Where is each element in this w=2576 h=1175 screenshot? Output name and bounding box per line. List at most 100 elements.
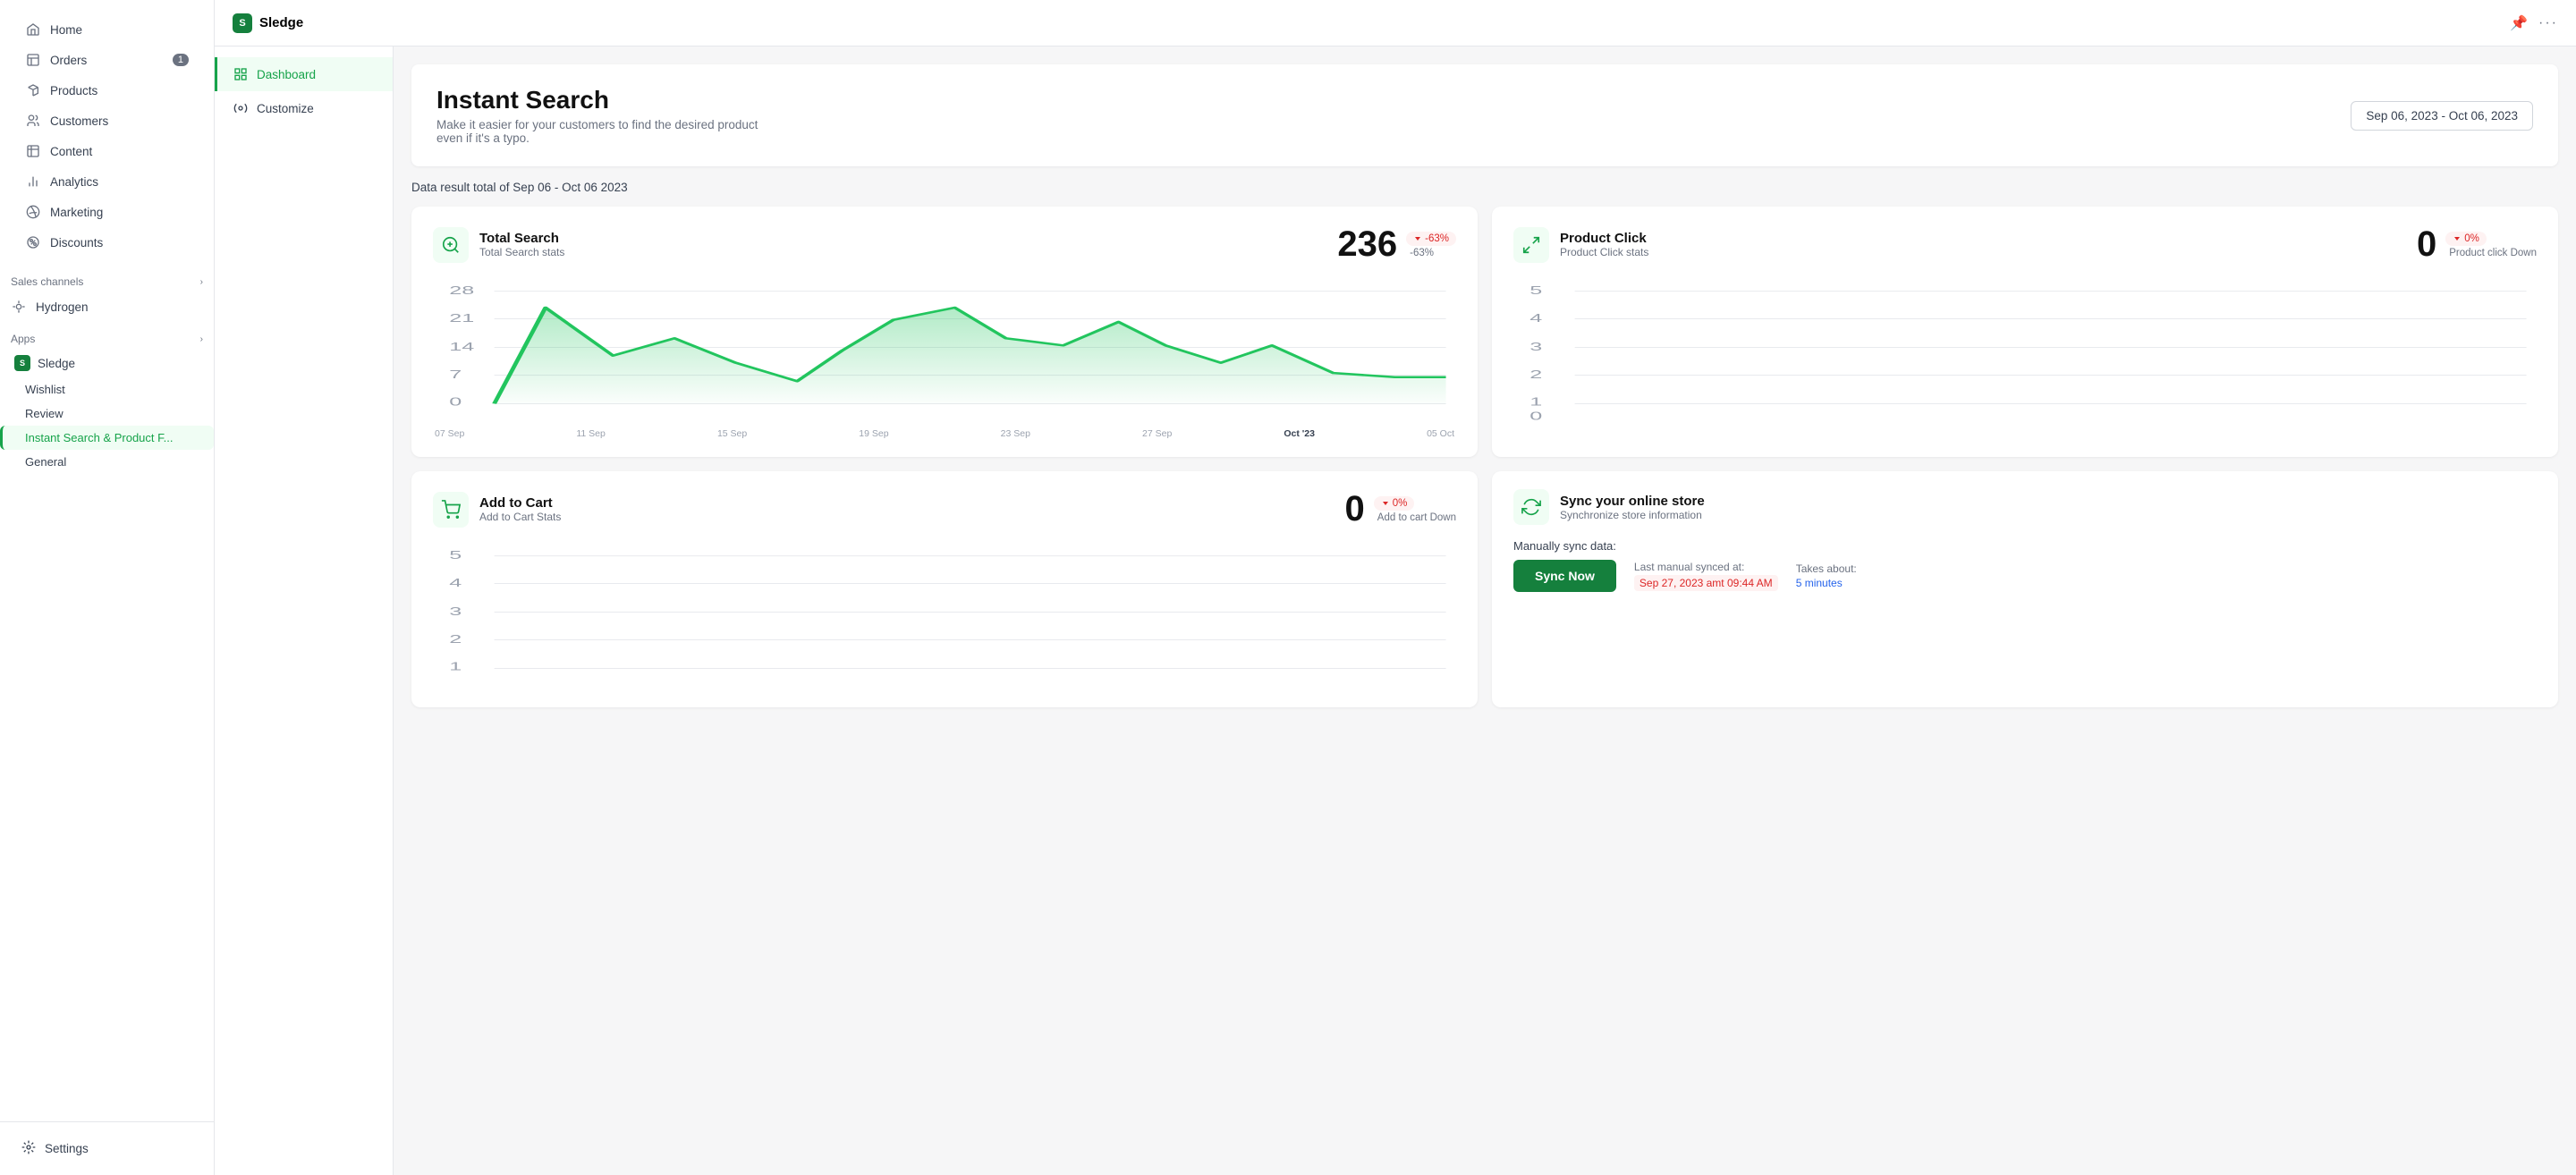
customize-label: Customize [257, 102, 314, 115]
takes-about-label: Takes about: [1796, 562, 1857, 575]
svg-text:4: 4 [1530, 312, 1542, 325]
secondary-nav-dashboard[interactable]: Dashboard [215, 57, 393, 91]
sledge-app-icon: S [14, 355, 30, 371]
sidebar-item-marketing[interactable]: Marketing [14, 197, 199, 227]
last-synced-value: Sep 27, 2023 amt 09:44 AM [1634, 575, 1778, 591]
product-click-badge: 0% Product click Down [2445, 232, 2537, 258]
sidebar-sub-review[interactable]: Review [0, 402, 214, 426]
instant-search-header: Instant Search Make it easier for your c… [411, 64, 2558, 166]
sync-icon [1513, 489, 1549, 525]
sidebar-item-discounts-label: Discounts [50, 236, 103, 249]
sidebar-item-hydrogen[interactable]: Hydrogen [0, 292, 214, 322]
settings-item[interactable]: Settings [11, 1133, 203, 1164]
discounts-icon [25, 234, 41, 250]
apps-section[interactable]: Apps › [0, 322, 214, 349]
customers-icon [25, 113, 41, 129]
svg-text:5: 5 [1530, 284, 1542, 297]
sidebar-item-orders-label: Orders [50, 54, 87, 67]
add-to-cart-badge-sub: Add to cart Down [1377, 512, 1456, 523]
sales-channels-chevron: › [200, 277, 203, 287]
sidebar-item-products-label: Products [50, 84, 97, 97]
sidebar-item-orders[interactable]: Orders 1 [14, 45, 199, 75]
sidebar-item-content-label: Content [50, 145, 92, 158]
sidebar-item-home[interactable]: Home [14, 14, 199, 45]
sidebar-item-marketing-label: Marketing [50, 206, 103, 219]
total-search-x-labels: 07 Sep 11 Sep 15 Sep 19 Sep 23 Sep 27 Se… [433, 428, 1456, 439]
sidebar-item-discounts[interactable]: Discounts [14, 227, 199, 258]
sync-card: Sync your online store Synchronize store… [1492, 471, 2558, 707]
total-search-subtitle: Total Search stats [479, 246, 564, 258]
more-icon[interactable]: ··· [2538, 15, 2558, 31]
brand-area: S Sledge [233, 13, 303, 33]
left-sidebar: Home Orders 1 Products Customers Conte [0, 0, 215, 1175]
date-range-button[interactable]: Sep 06, 2023 - Oct 06, 2023 [2351, 101, 2533, 131]
content-with-sidebar: Dashboard Customize Instant Search Make … [215, 46, 2576, 1175]
sync-title-area: Sync your online store Synchronize store… [1560, 494, 1705, 521]
sidebar-item-content[interactable]: Content [14, 136, 199, 166]
stats-grid: Total Search Total Search stats 236 -63%… [411, 207, 2558, 707]
orders-icon [25, 52, 41, 68]
sync-title: Sync your online store [1560, 494, 1705, 509]
sidebar-item-home-label: Home [50, 23, 82, 37]
sidebar-sub-wishlist[interactable]: Wishlist [0, 377, 214, 402]
takes-about-meta: Takes about: 5 minutes [1796, 562, 1857, 589]
svg-text:0: 0 [449, 396, 462, 409]
product-click-value-area: 0 0% Product click Down [2417, 224, 2537, 265]
sidebar-item-sledge[interactable]: S Sledge [0, 349, 214, 377]
total-search-header: Total Search Total Search stats 236 -63%… [433, 224, 1456, 265]
product-click-badge-sub: Product click Down [2449, 248, 2537, 258]
add-to-cart-card: Add to Cart Add to Cart Stats 0 0% Add t… [411, 471, 1478, 707]
svg-text:14: 14 [449, 341, 474, 353]
product-click-badge-pct: 0% [2445, 232, 2487, 246]
add-to-cart-badge-pct: 0% [1374, 496, 1415, 511]
total-search-badge-pct: -63% [1406, 232, 1456, 246]
secondary-nav-customize[interactable]: Customize [215, 91, 393, 125]
svg-text:1: 1 [449, 661, 462, 673]
product-click-header: Product Click Product Click stats 0 0% P… [1513, 224, 2537, 265]
sync-card-header: Sync your online store Synchronize store… [1513, 489, 2537, 525]
analytics-icon [25, 173, 41, 190]
content-area: Instant Search Make it easier for your c… [394, 46, 2576, 1175]
total-search-badge-sub: -63% [1410, 248, 1434, 258]
hydrogen-icon [11, 299, 27, 315]
svg-text:2: 2 [1530, 368, 1542, 381]
instant-search-label: Instant Search & Product F... [25, 431, 173, 444]
add-to-cart-title-area: Add to Cart Add to Cart Stats [479, 495, 561, 523]
svg-text:2: 2 [449, 633, 462, 646]
sidebar-item-customers[interactable]: Customers [14, 106, 199, 136]
total-search-title-area: Total Search Total Search stats [479, 231, 564, 258]
page-title: Instant Search [436, 86, 776, 114]
content-icon [25, 143, 41, 159]
product-click-icon [1513, 227, 1549, 263]
product-click-title-area: Product Click Product Click stats [1560, 231, 1648, 258]
svg-text:1: 1 [1530, 396, 1542, 409]
sales-channels-section[interactable]: Sales channels › [0, 265, 214, 292]
sidebar-sub-instant-search[interactable]: Instant Search & Product F... [0, 426, 214, 450]
customize-icon [232, 99, 250, 117]
takes-about-value: 5 minutes [1796, 577, 1857, 589]
sidebar-item-analytics-label: Analytics [50, 175, 98, 189]
header-left: Instant Search Make it easier for your c… [436, 86, 776, 145]
add-to-cart-subtitle: Add to Cart Stats [479, 511, 561, 523]
svg-text:28: 28 [449, 284, 474, 297]
wishlist-label: Wishlist [25, 383, 65, 396]
home-icon [25, 21, 41, 38]
product-click-chart: 5 4 3 2 1 0 [1513, 279, 2537, 425]
add-to-cart-chart: 5 4 3 2 1 [433, 544, 1456, 689]
add-to-cart-badge: 0% Add to cart Down [1374, 496, 1456, 523]
data-result-label: Data result total of Sep 06 - Oct 06 202… [411, 181, 2558, 194]
sync-subtitle: Synchronize store information [1560, 509, 1705, 521]
last-synced-meta: Last manual synced at: Sep 27, 2023 amt … [1634, 561, 1778, 591]
svg-text:4: 4 [449, 577, 462, 589]
svg-text:3: 3 [1530, 341, 1542, 353]
product-click-title: Product Click [1560, 231, 1648, 246]
pin-icon[interactable]: 📌 [2510, 14, 2528, 32]
hydrogen-label: Hydrogen [36, 300, 89, 314]
secondary-sidebar: Dashboard Customize [215, 46, 394, 1175]
sync-now-button[interactable]: Sync Now [1513, 560, 1616, 592]
svg-text:7: 7 [449, 368, 462, 381]
sidebar-item-analytics[interactable]: Analytics [14, 166, 199, 197]
sidebar-sub-general[interactable]: General [0, 450, 214, 474]
general-label: General [25, 455, 66, 469]
sidebar-item-products[interactable]: Products [14, 75, 199, 106]
